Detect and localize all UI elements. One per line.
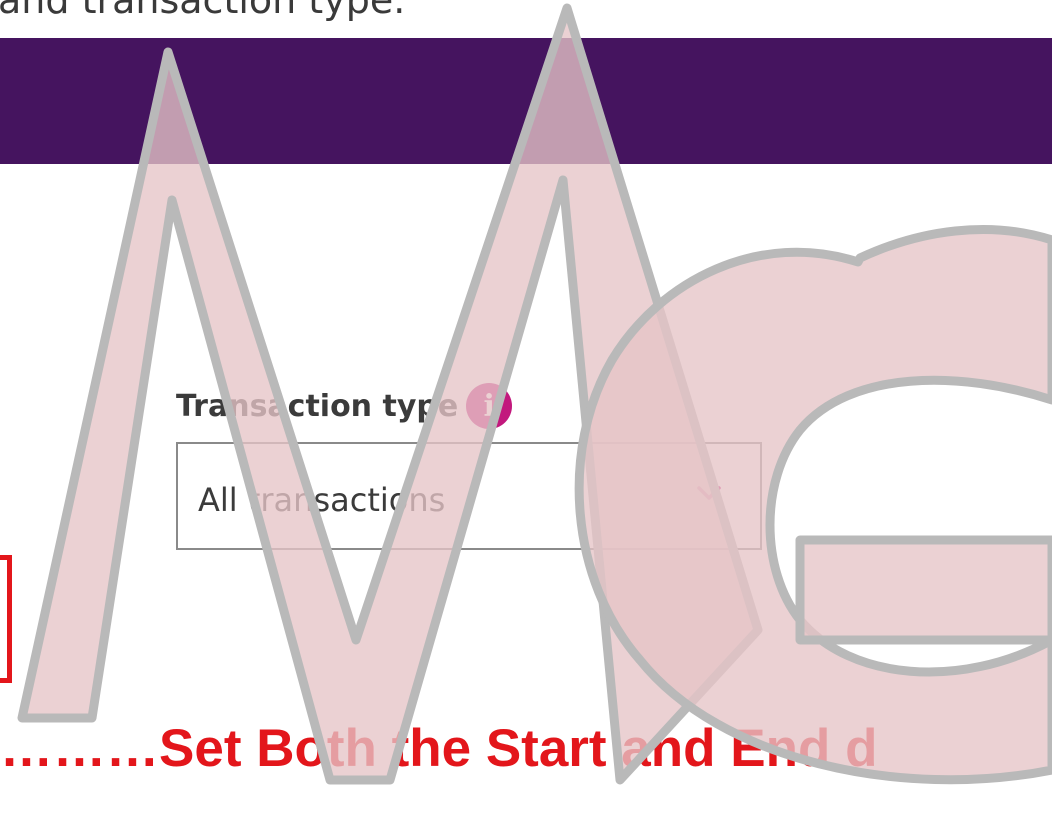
clipped-instruction-text: and transaction type. (0, 0, 406, 22)
transaction-type-filter: Transaction type i All transactions (176, 378, 762, 550)
transaction-type-selected-value: All transactions (198, 481, 446, 519)
header-banner (0, 38, 1052, 164)
transaction-type-label: Transaction type (176, 388, 459, 424)
chevron-down-icon (697, 486, 721, 500)
red-highlight-bracket (0, 555, 12, 683)
transaction-type-select[interactable]: All transactions (176, 442, 762, 550)
info-icon[interactable]: i (466, 383, 513, 429)
transaction-type-label-row: Transaction type i (176, 378, 513, 434)
instruction-annotation: ………Set Both the Start and End d (0, 719, 878, 778)
